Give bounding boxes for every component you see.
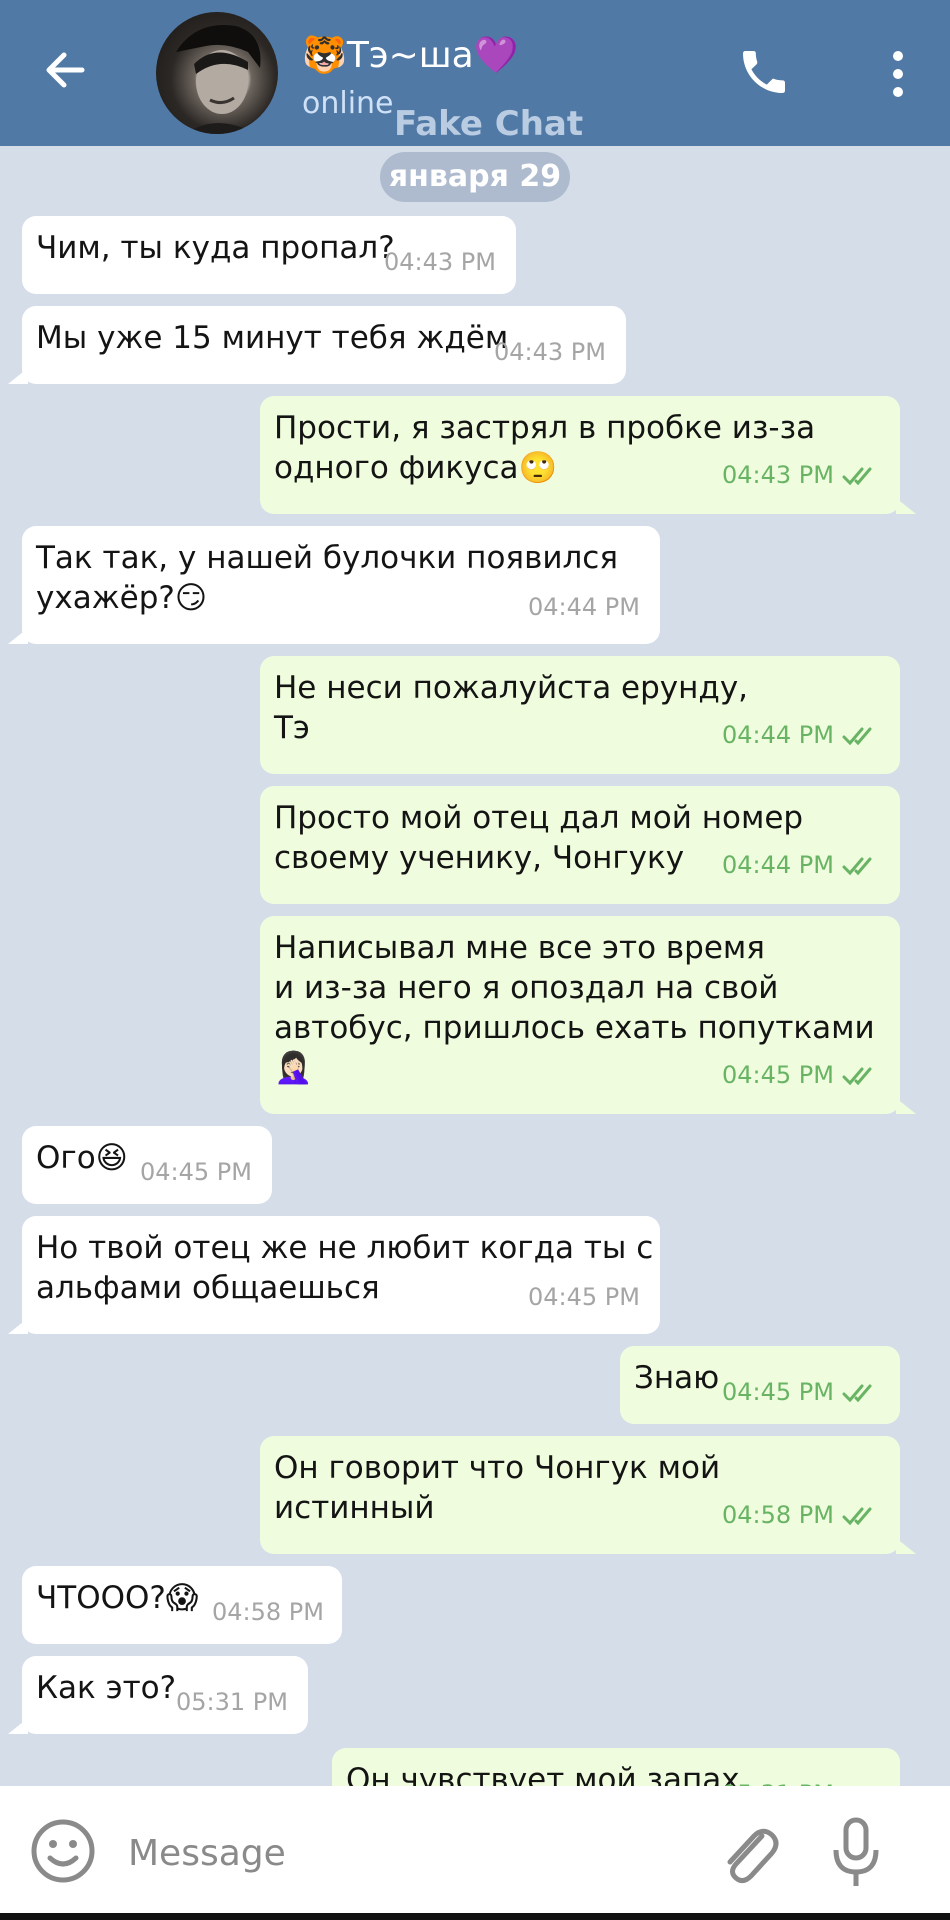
message-bubble[interactable]: Знаю 04:45 PM (620, 1346, 900, 1424)
message-time: 04:45 PM (722, 1377, 880, 1407)
message-bubble[interactable]: Не неси пожалуйста ерунду, Тэ 04:44 PM (260, 656, 900, 774)
paperclip-icon (727, 1828, 779, 1884)
message-time: 04:45 PM (722, 1060, 880, 1090)
message-time-text: 04:45 PM (722, 1061, 834, 1089)
bubble-tail (8, 1718, 28, 1734)
message-bubble[interactable]: Как это? 05:31 PM (8, 1656, 308, 1734)
more-vertical-icon (893, 51, 903, 97)
message-time: 04:58 PM (722, 1500, 880, 1530)
microphone-icon (833, 1817, 879, 1886)
watermark: Fake Chat (394, 104, 584, 144)
bubble-tail (896, 498, 916, 514)
double-check-icon (842, 1384, 872, 1403)
message-text: Он говорит что Чонгук мой истинный (274, 1450, 721, 1526)
emoji-button[interactable] (28, 1816, 98, 1886)
message-time-text: 04:44 PM (722, 851, 834, 879)
bubble-tail (8, 368, 28, 384)
contact-name[interactable]: 🐯Тэ~ша💜 (302, 32, 519, 80)
bubble-tail (8, 628, 28, 644)
message-time: 04:58 PM (212, 1598, 324, 1626)
message-time: 04:44 PM (722, 720, 880, 750)
message-bubble[interactable]: Но твой отец же не любит когда ты с альф… (8, 1216, 660, 1334)
smiley-icon (31, 1819, 95, 1883)
message-time-text: 04:44 PM (722, 721, 834, 749)
message-bubble[interactable]: Он говорит что Чонгук мой истинный 04:58… (260, 1436, 916, 1554)
double-check-icon (842, 857, 872, 876)
double-check-icon (842, 1067, 872, 1086)
date-separator: января 29 (380, 152, 570, 202)
message-time: 04:45 PM (140, 1158, 252, 1186)
message-bubble[interactable]: Написывал мне все это время и из-за него… (260, 916, 916, 1114)
double-check-icon (842, 1507, 872, 1526)
contact-status: online (302, 86, 394, 121)
bubble-tail (896, 1098, 916, 1114)
message-time: 04:43 PM (494, 338, 606, 366)
message-text: Как это? (36, 1670, 177, 1706)
message-time-text: 04:45 PM (722, 1378, 834, 1406)
message-bubble[interactable]: Так так, у нашей булочки появился ухажёр… (8, 526, 660, 644)
message-input-bar (0, 1786, 950, 1920)
attach-button[interactable] (716, 1818, 780, 1888)
message-bubble[interactable]: Прости, я застрял в пробке из-за одного … (260, 396, 916, 514)
message-text: Мы уже 15 минут тебя ждём (36, 320, 509, 356)
message-time: 04:45 PM (528, 1283, 640, 1311)
message-text: Не неси пожалуйста ерунду, Тэ (274, 670, 749, 746)
double-check-icon (842, 467, 872, 486)
message-time: 04:43 PM (722, 460, 880, 490)
avatar-photo (176, 25, 261, 134)
call-button[interactable] (736, 44, 792, 100)
message-time-text: 04:58 PM (722, 1501, 834, 1529)
message-time: 05:31 PM (176, 1688, 288, 1716)
message-text: Знаю (634, 1360, 720, 1396)
avatar[interactable] (156, 12, 278, 134)
more-menu-button[interactable] (878, 44, 918, 104)
phone-icon (743, 51, 785, 93)
chat-header: 🐯Тэ~ша💜 online Fake Chat (0, 0, 950, 146)
message-bubble[interactable]: Чим, ты куда пропал? 04:43 PM (22, 216, 516, 294)
system-nav-bar (0, 1913, 950, 1920)
message-time-text: 04:43 PM (722, 461, 834, 489)
back-button[interactable] (36, 40, 96, 100)
microphone-button[interactable] (826, 1816, 886, 1890)
message-bubble[interactable]: Ого😆 04:45 PM (22, 1126, 272, 1204)
double-check-icon (842, 727, 872, 746)
message-time: 04:44 PM (528, 593, 640, 621)
message-text: Ого😆 (36, 1140, 128, 1176)
message-time: 04:44 PM (722, 850, 880, 880)
bubble-tail (896, 1538, 916, 1554)
message-bubble[interactable]: ЧТООО?😱 04:58 PM (22, 1566, 342, 1644)
message-bubble[interactable]: Просто мой отец дал мой номер своему уче… (260, 786, 900, 904)
arrow-left-icon (46, 52, 85, 88)
message-input[interactable] (126, 1822, 690, 1884)
message-bubble[interactable]: Мы уже 15 минут тебя ждём 04:43 PM (8, 306, 626, 384)
bubble-tail (8, 1318, 28, 1334)
message-text: ЧТООО?😱 (36, 1580, 199, 1616)
message-text: Чим, ты куда пропал? (36, 230, 395, 266)
message-time: 04:43 PM (384, 248, 496, 276)
